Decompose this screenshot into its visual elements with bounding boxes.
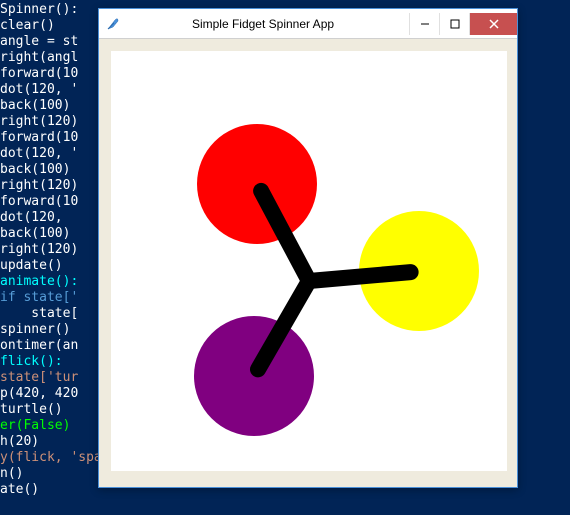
minimize-button[interactable] (409, 13, 439, 35)
close-button[interactable] (469, 13, 517, 35)
window-controls (409, 13, 517, 35)
titlebar[interactable]: Simple Fidget Spinner App (99, 9, 517, 39)
window-title: Simple Fidget Spinner App (127, 17, 409, 31)
feather-icon (105, 16, 121, 32)
app-window: Simple Fidget Spinner App (98, 8, 518, 488)
turtle-canvas[interactable] (111, 51, 507, 471)
maximize-button[interactable] (439, 13, 469, 35)
